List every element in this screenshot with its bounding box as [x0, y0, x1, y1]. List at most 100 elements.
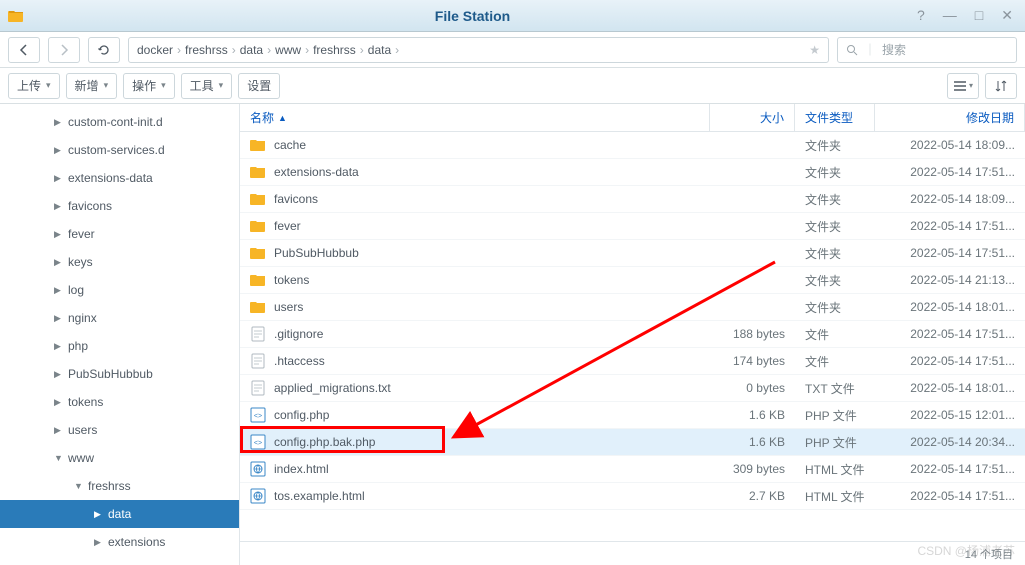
- file-row[interactable]: favicons文件夹2022-05-14 18:09...: [240, 186, 1025, 213]
- action-button[interactable]: 操作: [123, 73, 175, 99]
- sort-button[interactable]: [985, 73, 1017, 99]
- file-row[interactable]: users文件夹2022-05-14 18:01...: [240, 294, 1025, 321]
- tree-item-data[interactable]: ▶data: [0, 500, 239, 528]
- triangle-right-icon[interactable]: ▶: [94, 537, 106, 548]
- upload-button[interactable]: 上传: [8, 73, 60, 99]
- close-button[interactable]: ✕: [997, 7, 1017, 24]
- tree-item-custom-cont-init.d[interactable]: ▶custom-cont-init.d: [0, 108, 239, 136]
- tree-item-extensions-data[interactable]: ▶extensions-data: [0, 164, 239, 192]
- tree-item-keys[interactable]: ▶keys: [0, 248, 239, 276]
- sort-icon: [995, 80, 1007, 92]
- tree-item-favicons[interactable]: ▶favicons: [0, 192, 239, 220]
- html-icon: [250, 461, 266, 477]
- tree-item-extensions[interactable]: ▶extensions: [0, 528, 239, 556]
- file-row[interactable]: fever文件夹2022-05-14 17:51...: [240, 213, 1025, 240]
- triangle-right-icon[interactable]: ▶: [54, 257, 66, 268]
- breadcrumb-freshrss[interactable]: freshrss: [185, 43, 228, 57]
- create-button[interactable]: 新增: [66, 73, 118, 99]
- tree-item-www[interactable]: ▼www: [0, 444, 239, 472]
- breadcrumb-www[interactable]: www: [275, 43, 301, 57]
- triangle-right-icon[interactable]: ▶: [54, 173, 66, 184]
- breadcrumb-data[interactable]: data: [368, 43, 391, 57]
- titlebar: File Station ? — □ ✕: [0, 0, 1025, 32]
- col-modified[interactable]: 修改日期: [875, 104, 1025, 131]
- sort-asc-icon: ▲: [278, 113, 287, 123]
- tree-label: keys: [68, 255, 93, 269]
- triangle-right-icon[interactable]: ▶: [54, 369, 66, 380]
- triangle-down-icon[interactable]: ▼: [74, 481, 86, 491]
- status-bar: 14 个项目: [240, 541, 1025, 565]
- tree-item-php[interactable]: ▶php: [0, 332, 239, 360]
- breadcrumb-freshrss[interactable]: freshrss: [313, 43, 356, 57]
- tool-button[interactable]: 工具: [181, 73, 233, 99]
- col-size[interactable]: 大小: [710, 104, 795, 131]
- tree-label: log: [68, 283, 84, 297]
- file-date: 2022-05-14 18:09...: [875, 192, 1025, 206]
- triangle-right-icon[interactable]: ▶: [54, 117, 66, 128]
- file-row[interactable]: index.html309 bytesHTML 文件2022-05-14 17:…: [240, 456, 1025, 483]
- file-size: 188 bytes: [710, 327, 795, 341]
- tree-label: PubSubHubbub: [68, 367, 153, 381]
- refresh-button[interactable]: [88, 37, 120, 63]
- html-icon: [250, 488, 266, 504]
- folder-icon: [250, 299, 266, 315]
- column-headers: 名称▲ 大小 文件类型 修改日期: [240, 104, 1025, 132]
- star-icon[interactable]: ★: [809, 43, 820, 57]
- tree-item-PubSubHubbub[interactable]: ▶PubSubHubbub: [0, 360, 239, 388]
- file-row[interactable]: tokens文件夹2022-05-14 21:13...: [240, 267, 1025, 294]
- chevron-left-icon: [18, 44, 30, 56]
- toolbar: 上传 新增 操作 工具 设置 ▾: [0, 68, 1025, 104]
- file-type: 文件夹: [795, 272, 875, 289]
- tree-item-tokens[interactable]: ▶tokens: [0, 388, 239, 416]
- col-type[interactable]: 文件类型: [795, 104, 875, 131]
- help-button[interactable]: ?: [913, 7, 929, 24]
- triangle-right-icon[interactable]: ▶: [54, 397, 66, 408]
- file-row[interactable]: .htaccess174 bytes文件2022-05-14 17:51...: [240, 348, 1025, 375]
- file-row[interactable]: extensions-data文件夹2022-05-14 17:51...: [240, 159, 1025, 186]
- tree-item-nginx[interactable]: ▶nginx: [0, 304, 239, 332]
- triangle-right-icon[interactable]: ▶: [54, 425, 66, 436]
- view-list-button[interactable]: ▾: [947, 73, 979, 99]
- file-row[interactable]: tos.example.html2.7 KBHTML 文件2022-05-14 …: [240, 483, 1025, 510]
- triangle-right-icon[interactable]: ▶: [54, 201, 66, 212]
- forward-button[interactable]: [48, 37, 80, 63]
- minimize-button[interactable]: —: [939, 7, 961, 24]
- file-name: PubSubHubbub: [274, 246, 359, 260]
- address-bar[interactable]: ★ docker›freshrss›data›www›freshrss›data…: [128, 37, 829, 63]
- triangle-right-icon[interactable]: ▶: [54, 313, 66, 324]
- triangle-right-icon[interactable]: ▶: [54, 145, 66, 156]
- breadcrumb-data[interactable]: data: [240, 43, 263, 57]
- tree-item-custom-services.d[interactable]: ▶custom-services.d: [0, 136, 239, 164]
- triangle-right-icon[interactable]: ▶: [94, 509, 106, 520]
- file-row[interactable]: PubSubHubbub文件夹2022-05-14 17:51...: [240, 240, 1025, 267]
- triangle-right-icon[interactable]: ▶: [54, 285, 66, 296]
- search-input[interactable]: ｜ 搜索: [837, 37, 1017, 63]
- file-row[interactable]: <>config.php.bak.php1.6 KBPHP 文件2022-05-…: [240, 429, 1025, 456]
- triangle-right-icon[interactable]: ▶: [54, 341, 66, 352]
- tree-item-freshrss[interactable]: ▼freshrss: [0, 472, 239, 500]
- file-row[interactable]: .gitignore188 bytes文件2022-05-14 17:51...: [240, 321, 1025, 348]
- chevron-right-icon: [58, 44, 70, 56]
- file-row[interactable]: <>config.php1.6 KBPHP 文件2022-05-15 12:01…: [240, 402, 1025, 429]
- file-name: extensions-data: [274, 165, 359, 179]
- file-row[interactable]: applied_migrations.txt0 bytesTXT 文件2022-…: [240, 375, 1025, 402]
- tree-item-users[interactable]: ▶users: [0, 416, 239, 444]
- window-title: File Station: [32, 8, 913, 24]
- triangle-right-icon[interactable]: ▶: [54, 229, 66, 240]
- list-icon: [953, 80, 967, 92]
- breadcrumb-docker[interactable]: docker: [137, 43, 173, 57]
- tree-item-fever[interactable]: ▶fever: [0, 220, 239, 248]
- file-type: 文件夹: [795, 164, 875, 181]
- maximize-button[interactable]: □: [971, 7, 987, 24]
- col-name[interactable]: 名称▲: [240, 104, 710, 131]
- back-button[interactable]: [8, 37, 40, 63]
- file-row[interactable]: cache文件夹2022-05-14 18:09...: [240, 132, 1025, 159]
- folder-tree[interactable]: ▶custom-cont-init.d▶custom-services.d▶ex…: [0, 104, 240, 565]
- file-date: 2022-05-14 21:13...: [875, 273, 1025, 287]
- tree-item-log[interactable]: ▶log: [0, 276, 239, 304]
- tree-label: favicons: [68, 199, 112, 213]
- php-icon: <>: [250, 434, 266, 450]
- settings-button[interactable]: 设置: [238, 73, 280, 99]
- file-type: 文件夹: [795, 299, 875, 316]
- triangle-down-icon[interactable]: ▼: [54, 453, 66, 463]
